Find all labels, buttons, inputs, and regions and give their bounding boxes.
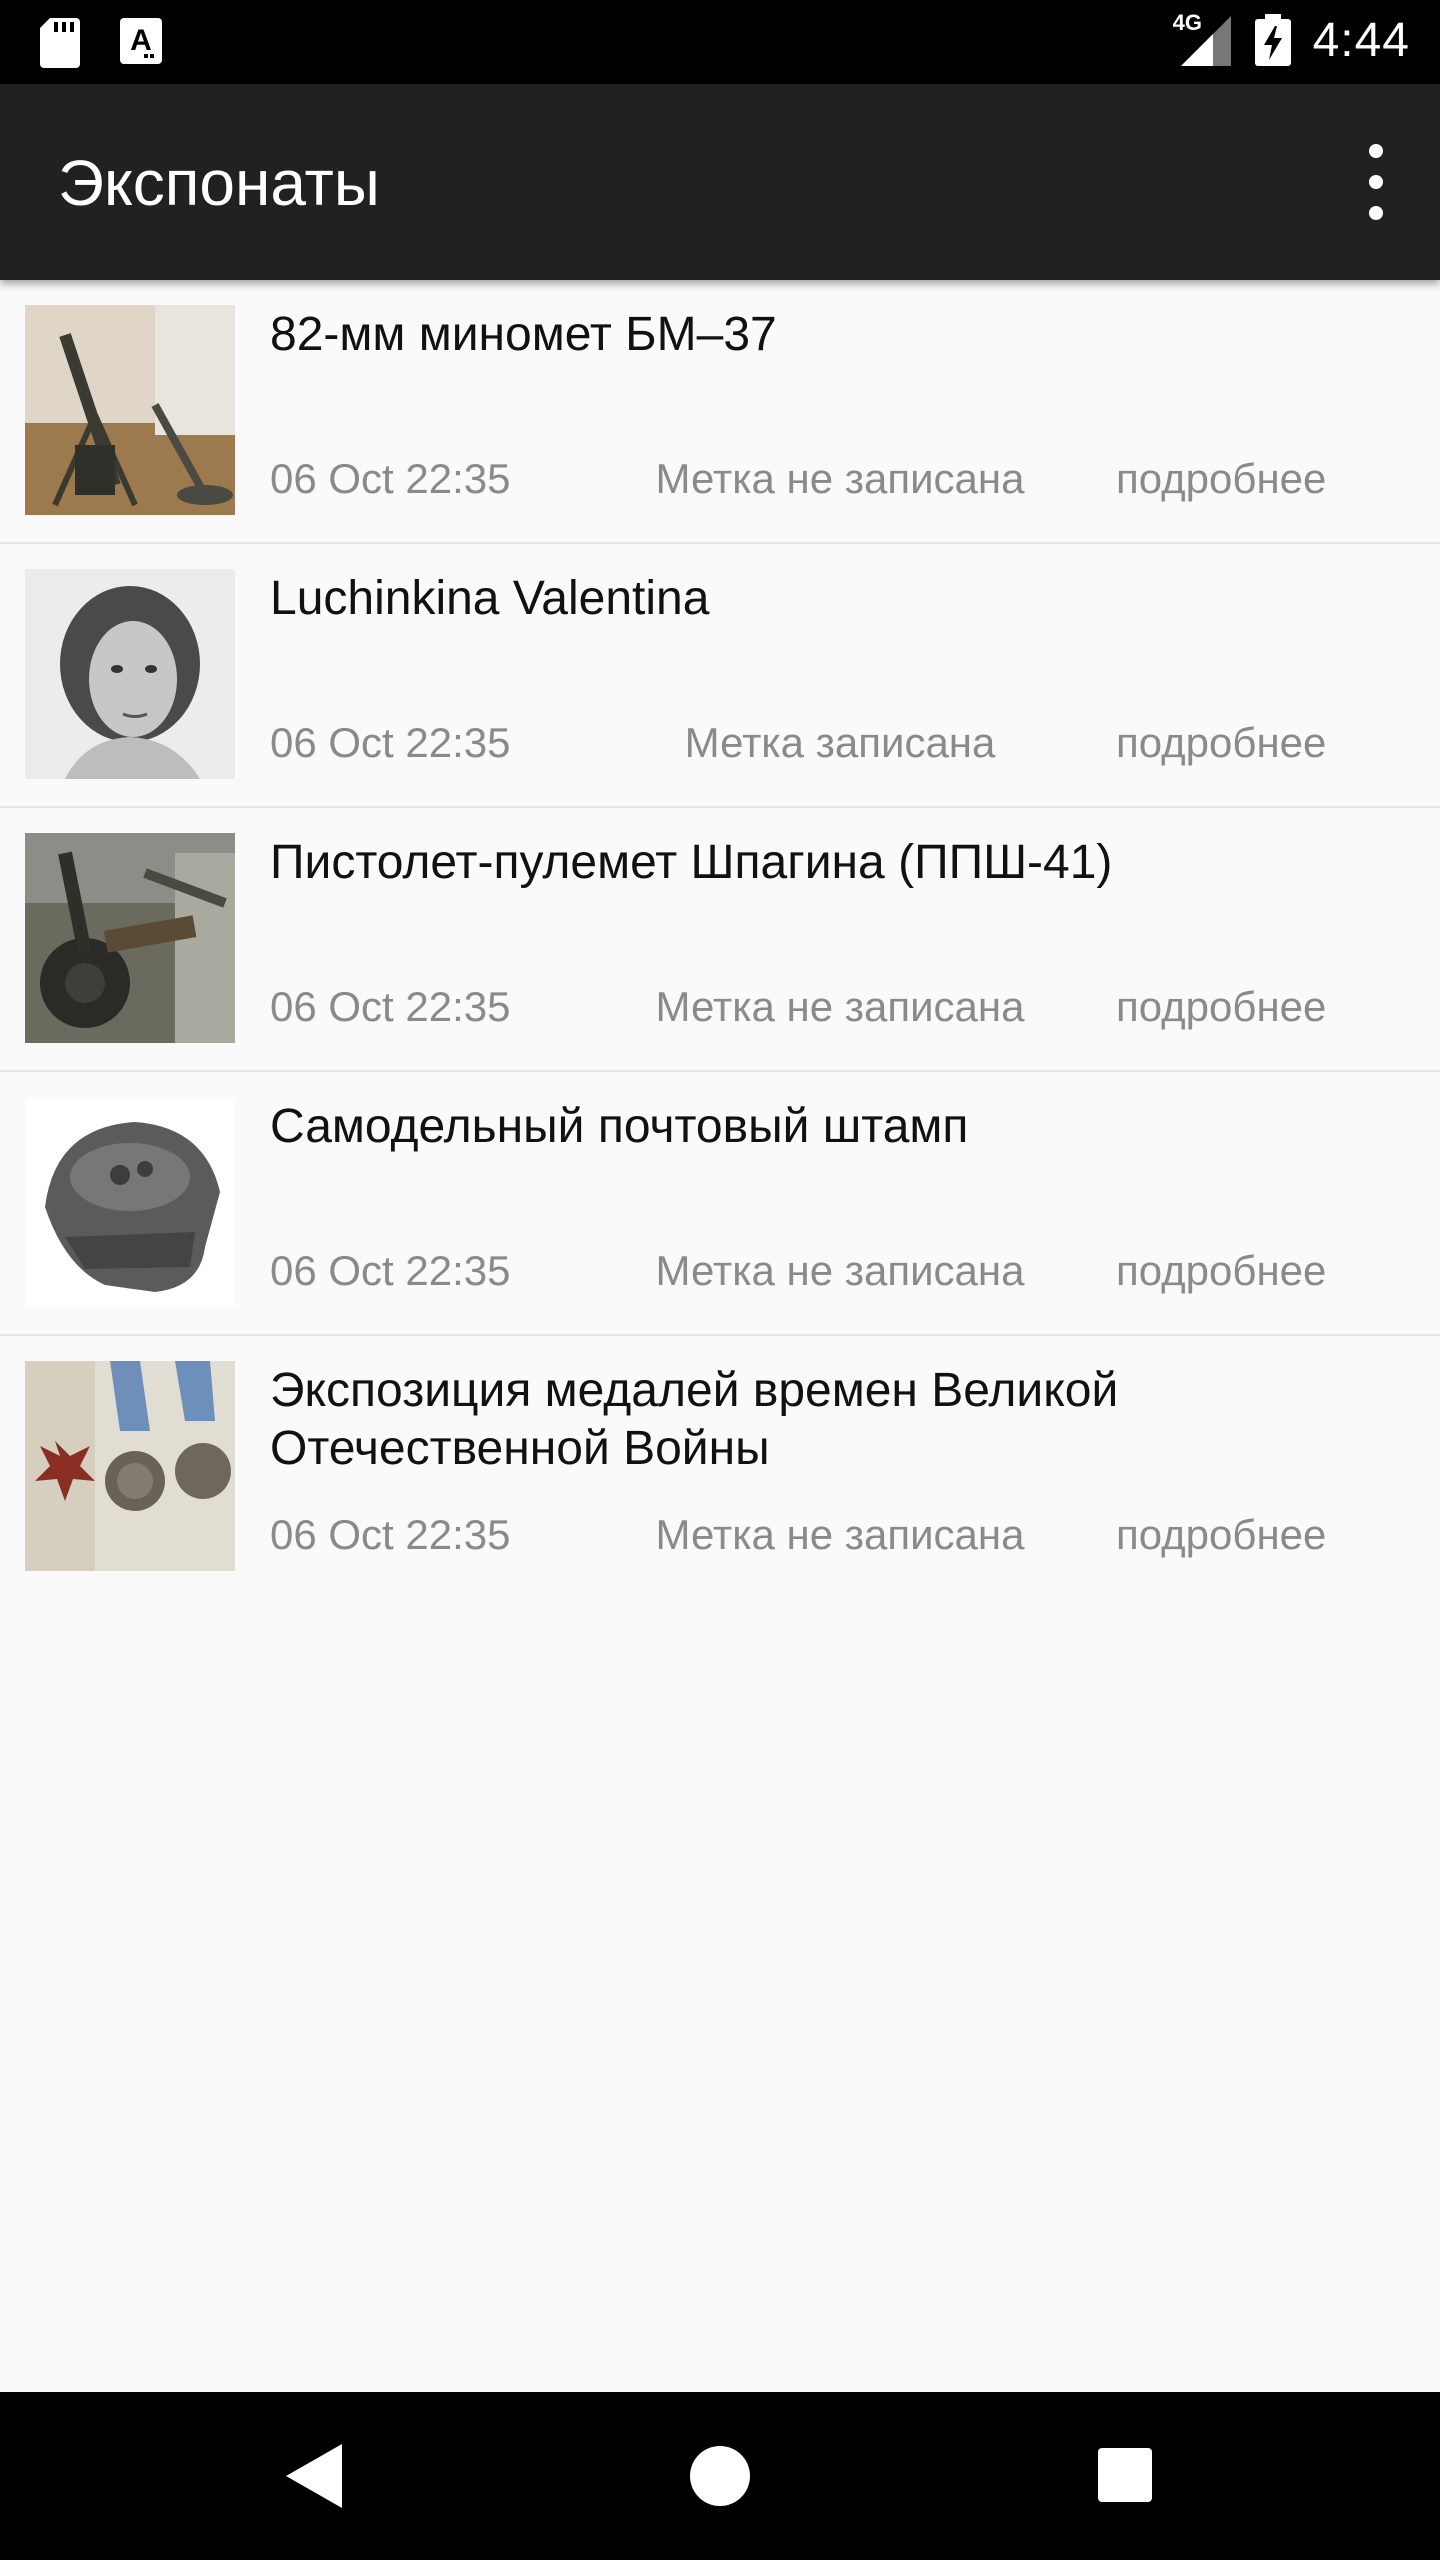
exhibit-title: Самодельный почтовый штамп (270, 1100, 969, 1153)
exhibit-title: Пистолет-пулемет Шпагина (ППШ-41) (270, 836, 1113, 889)
tag-status: Метка не записана (655, 983, 1025, 1030)
ppsh-photo-icon (25, 833, 235, 1043)
clock: 4:44 (1312, 13, 1410, 67)
details-link[interactable]: подробнее (1116, 1247, 1326, 1295)
tag-status: Метка не записана (655, 455, 1025, 502)
exhibit-date: 06 Oct 22:35 (270, 983, 511, 1030)
recent-apps-icon[interactable] (1098, 2448, 1152, 2502)
battery-charging-icon (1254, 14, 1291, 66)
exhibit-list-item[interactable]: Экспозиция медалей времен Великой Отечес… (0, 1336, 1440, 1598)
exhibit-date: 06 Oct 22:35 (270, 1511, 511, 1558)
page-title: Экспонаты (58, 147, 380, 219)
exhibit-title: 82-мм миномет БМ–37 (270, 308, 777, 361)
tag-status: Метка не записана (655, 1247, 1025, 1294)
exhibit-date: 06 Oct 22:35 (270, 1247, 511, 1294)
app-bar: Экспонаты (0, 84, 1440, 280)
back-icon[interactable] (286, 2444, 342, 2508)
overflow-menu-button[interactable] (1352, 144, 1400, 220)
details-link[interactable]: подробнее (1116, 719, 1326, 767)
exhibit-title: Экспозиция медалей времен Великой Отечес… (270, 1364, 1119, 1475)
status-bar: A 4G 4:44 (0, 0, 1440, 84)
exhibit-title: Luchinkina Valentina (270, 572, 710, 625)
cell-signal-icon: 4G (1173, 10, 1233, 68)
more-vert-icon (1369, 144, 1383, 158)
accessibility-app-icon: A (120, 18, 162, 64)
details-link[interactable]: подробнее (1116, 1511, 1326, 1559)
details-link[interactable]: подробнее (1116, 455, 1326, 503)
details-link[interactable]: подробнее (1116, 983, 1326, 1031)
sd-card-icon (40, 18, 80, 68)
tag-status: Метка записана (684, 719, 996, 766)
medals-photo-icon (25, 1361, 235, 1571)
exhibit-date: 06 Oct 22:35 (270, 719, 511, 766)
system-nav-bar (0, 2392, 1440, 2560)
exhibit-list: 82-мм миномет БМ–37 06 Oct 22:35 Метка н… (0, 280, 1440, 1598)
exhibit-list-item[interactable]: 82-мм миномет БМ–37 06 Oct 22:35 Метка н… (0, 280, 1440, 544)
portrait-photo-icon (25, 569, 235, 779)
exhibit-list-item[interactable]: Пистолет-пулемет Шпагина (ППШ-41) 06 Oct… (0, 808, 1440, 1072)
tag-status: Метка не записана (655, 1511, 1025, 1558)
svg-text:A: A (130, 24, 152, 57)
mortar-photo-icon (25, 305, 235, 515)
exhibit-date: 06 Oct 22:35 (270, 455, 511, 502)
stamp-photo-icon (25, 1097, 235, 1307)
exhibit-list-item[interactable]: Luchinkina Valentina 06 Oct 22:35 Метка … (0, 544, 1440, 808)
exhibit-list-item[interactable]: Самодельный почтовый штамп 06 Oct 22:35 … (0, 1072, 1440, 1336)
home-icon[interactable] (690, 2446, 750, 2506)
